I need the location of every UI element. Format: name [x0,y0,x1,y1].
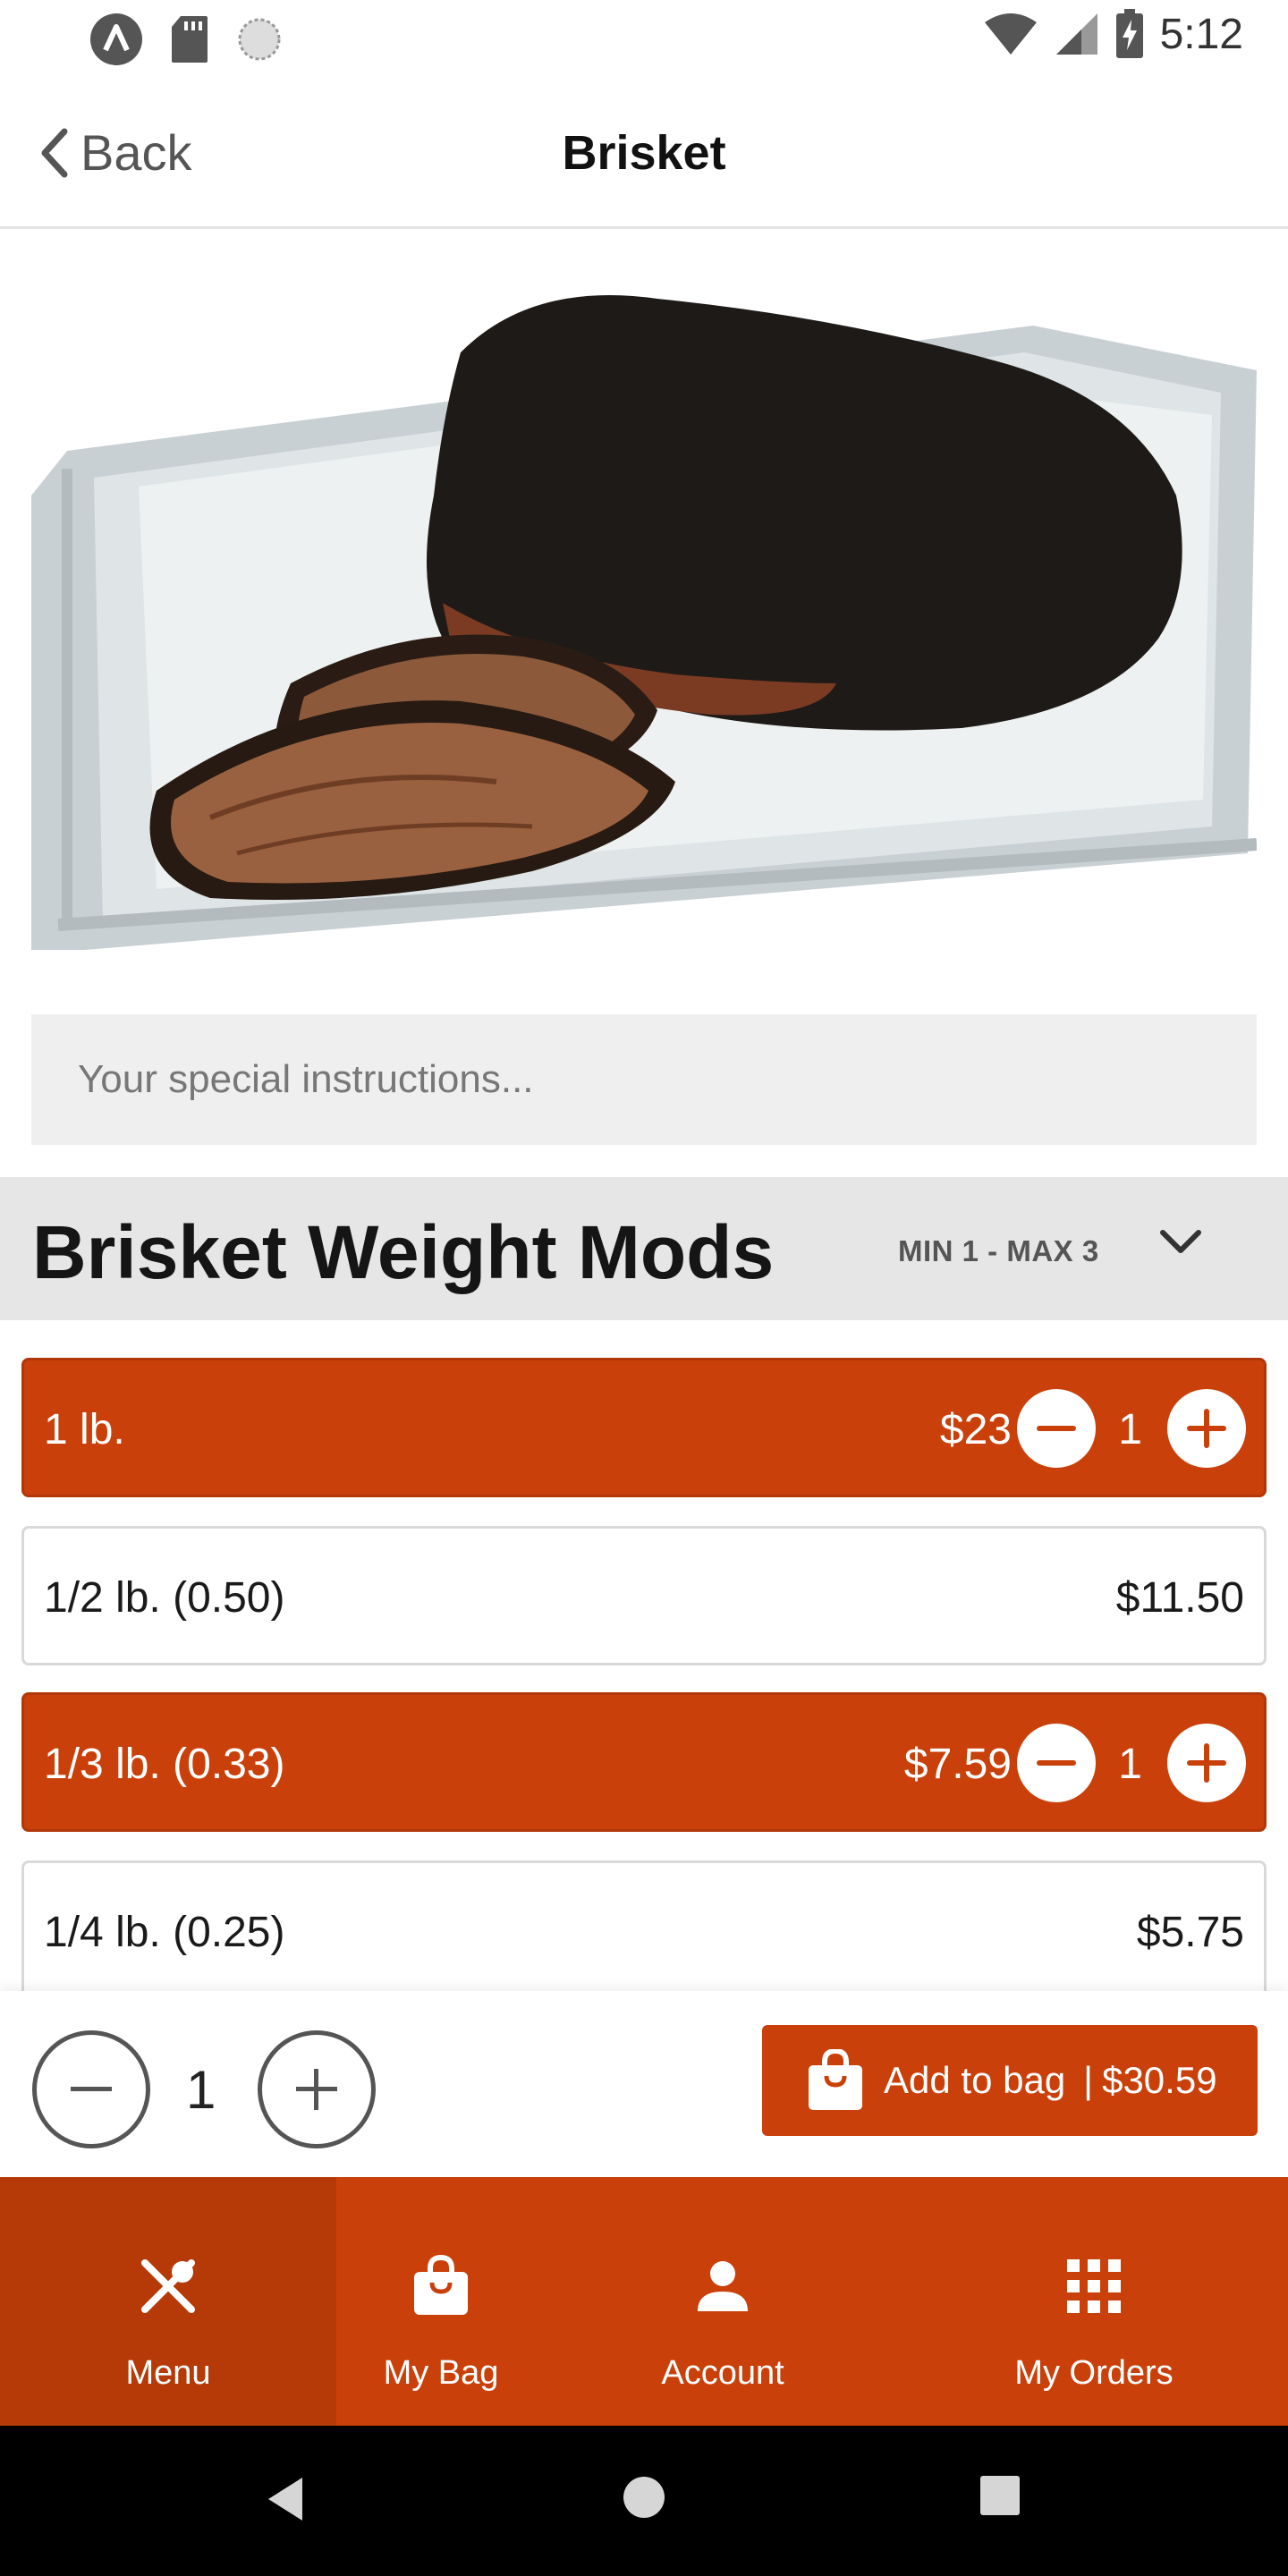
nav-label: Account [661,2354,784,2392]
utensils-icon [141,2259,195,2313]
add-to-bag-bar: 1 Add to bag | $30.59 [0,1991,1288,2177]
option-price: $5.75 [1136,1909,1244,1956]
add-to-bag-label: Add to bag [884,2059,1066,2101]
separator: | [1083,2059,1094,2101]
a-circle-icon [90,13,142,65]
order-total: $30.59 [1102,2059,1217,2101]
status-left-icons [89,13,283,66]
home-circle-icon[interactable] [621,2474,667,2521]
nav-label: My Bag [383,2354,499,2392]
nav-label: My Orders [1014,2354,1174,2392]
nav-item-my-orders[interactable]: My Orders [900,2177,1288,2426]
option-qty: 1 [1118,1741,1142,1788]
person-icon [698,2261,748,2311]
status-time: 5:12 [1159,10,1243,58]
minus-icon[interactable] [1017,1724,1096,1802]
special-instructions-input[interactable] [31,1014,1257,1145]
wifi-icon [984,13,1037,55]
chevron-down-icon[interactable] [1157,1225,1204,1261]
page-title: Brisket [562,126,726,180]
sync-icon [238,18,281,61]
quantity-decrease-button[interactable] [32,2030,150,2148]
option-price: $23 [939,1406,1012,1453]
nav-label: Menu [125,2354,211,2392]
battery-charging-icon [1115,9,1143,58]
option-qty: 1 [1118,1406,1142,1453]
option-half-lb[interactable]: 1/2 lb. (0.50) $11.50 [21,1526,1267,1665]
product-image [31,263,1257,950]
bag-icon [809,2049,862,2110]
bag-icon [414,2254,468,2315]
status-bar: 5:12 [0,0,1288,75]
sd-card-icon [172,16,208,63]
plus-icon[interactable] [1167,1724,1246,1802]
option-third-lb[interactable]: 1/3 lb. (0.33) $7.59 1 [21,1692,1267,1832]
minus-icon[interactable] [1017,1389,1096,1468]
option-label: 1 lb. [44,1406,125,1453]
cell-signal-icon [1055,13,1097,55]
bottom-navigation: Menu My Bag Account My Orders [0,2177,1288,2426]
option-1-lb[interactable]: 1 lb. $23 1 [21,1358,1267,1497]
brisket-illustration [31,263,1257,950]
section-range: MIN 1 - MAX 3 [898,1234,1099,1267]
system-navigation-bar [0,2426,1288,2576]
modifier-section-header[interactable]: Brisket Weight Mods MIN 1 - MAX 3 [0,1177,1288,1320]
option-label: 1/4 lb. (0.25) [44,1909,285,1956]
nav-item-my-bag[interactable]: My Bag [336,2177,546,2426]
add-to-bag-button[interactable]: Add to bag | $30.59 [762,2025,1258,2136]
status-right-icons: 5:12 [983,9,1243,59]
nav-item-menu[interactable]: Menu [0,2177,336,2426]
grid-icon [1067,2259,1121,2313]
app-bar: Back Brisket [0,75,1288,229]
recents-square-icon[interactable] [979,2474,1021,2517]
option-quarter-lb[interactable]: 1/4 lb. (0.25) $5.75 [21,1860,1267,2000]
back-triangle-icon[interactable] [263,2474,308,2524]
quantity-value: 1 [186,2060,216,2120]
nav-item-account[interactable]: Account [546,2177,900,2426]
section-title: Brisket Weight Mods [32,1210,775,1294]
option-label: 1/2 lb. (0.50) [44,1574,285,1622]
plus-icon[interactable] [1167,1389,1246,1468]
option-label: 1/3 lb. (0.33) [44,1741,285,1788]
option-price: $7.59 [903,1741,1012,1788]
option-price: $11.50 [1115,1574,1244,1622]
quantity-increase-button[interactable] [258,2030,376,2148]
